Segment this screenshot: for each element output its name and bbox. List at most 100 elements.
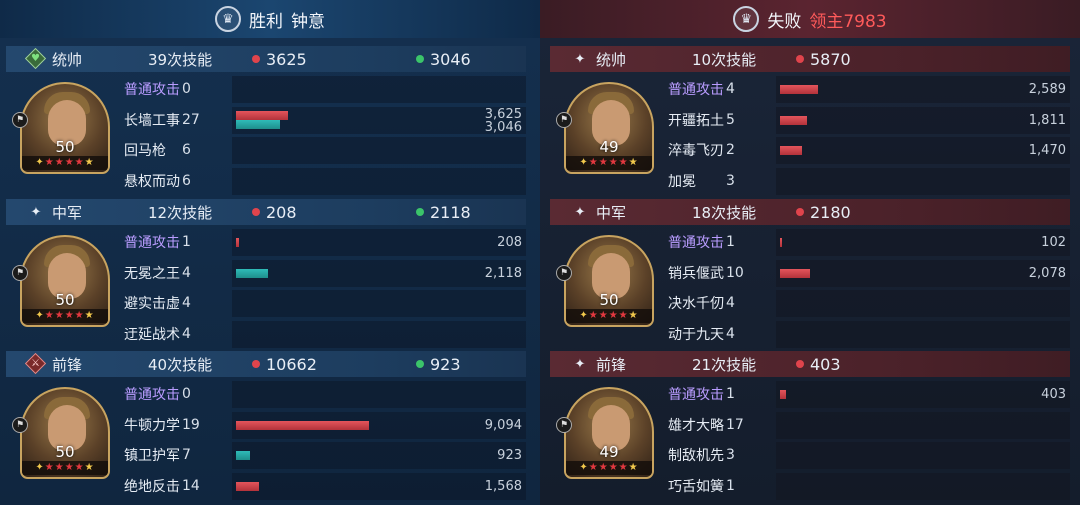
skill-row[interactable]: 避实击虚 4: [124, 288, 526, 319]
skill-stat-bar: [232, 381, 526, 408]
total-heal: 2118: [430, 202, 471, 222]
damage-value: 2,589: [1028, 82, 1066, 97]
damage-dot-icon: [252, 55, 260, 63]
sword-icon: ⚔: [24, 352, 47, 375]
skill-count: 1: [726, 386, 735, 403]
laurel-crest-icon: ♛: [215, 6, 241, 32]
skill-count: 27: [182, 111, 200, 128]
skill-name: 牛顿力学: [124, 417, 180, 434]
hero-portrait[interactable]: 50 ✦★★★★★: [20, 82, 110, 174]
hero-portrait[interactable]: 49 ✦★★★★★: [564, 387, 654, 479]
skill-row[interactable]: 普通攻击 1 208: [124, 227, 526, 258]
damage-bar: [236, 238, 240, 247]
hero-portrait[interactable]: 50 ✦★★★★★: [20, 387, 110, 479]
skill-values: 2,078: [1029, 267, 1066, 280]
skill-cast-count: 18次技能: [692, 203, 757, 222]
skill-row[interactable]: 巧舌如簧 1: [668, 471, 1070, 502]
skill-row[interactable]: 镇卫护军 7 923: [124, 440, 526, 471]
skill-stat-bar: [232, 320, 526, 348]
skill-stat-bar: [776, 472, 1070, 500]
skill-count: 4: [182, 325, 191, 342]
general-panel: ✦ 中军 12次技能 208 2118 50 ✦★★★★★ ⚑ 普通攻击 1 208 无冕之王 4 2,1…: [6, 199, 526, 350]
skill-row[interactable]: 雄才大略 17: [668, 410, 1070, 441]
general-panel: ♥ 统帅 39次技能 3625 3046 50 ✦★★★★★ ⚑ 普通攻击 0 长墙工事 27 3,62…: [6, 46, 526, 197]
skill-values: 3,625 3,046: [485, 108, 522, 134]
damage-bar: [236, 481, 260, 491]
damage-dot-icon: [252, 208, 260, 216]
hero-portrait[interactable]: 50 ✦★★★★★: [20, 235, 110, 327]
role-label: 中军: [596, 203, 627, 222]
skill-stat-bar: 1,568: [232, 472, 526, 500]
skill-row[interactable]: 开疆拓土 5 1,811: [668, 105, 1070, 136]
skill-stat-bar: [776, 320, 1070, 348]
skill-row[interactable]: 悬权而动 6: [124, 166, 526, 197]
damage-bar: [780, 238, 782, 247]
skill-row[interactable]: 决水千仞 4: [668, 288, 1070, 319]
sparkle-icon: ✦: [574, 51, 586, 67]
player-name: 钟意: [291, 11, 325, 32]
troop-type-icon: ⚑: [556, 417, 572, 433]
skill-row[interactable]: 绝地反击 14 1,568: [124, 471, 526, 502]
total-damage: 208: [266, 202, 297, 222]
damage-value: 102: [1041, 235, 1066, 250]
general-header: ♥ 统帅 39次技能 3625 3046: [6, 46, 526, 72]
damage-value: 208: [497, 235, 522, 250]
result-label: 失败: [767, 11, 802, 32]
skill-stat-bar: [232, 137, 526, 164]
sparkle-icon: ✦: [574, 204, 586, 220]
skill-row[interactable]: 长墙工事 27 3,625 3,046: [124, 105, 526, 136]
skill-name: 迂延战术: [124, 326, 180, 343]
general-panel: ⚔ 前锋 40次技能 10662 923 50 ✦★★★★★ ⚑ 普通攻击 0 牛顿力学 19 9,09…: [6, 351, 526, 502]
skill-row[interactable]: 淬毒飞刃 2 1,470: [668, 135, 1070, 166]
skill-count: 1: [182, 234, 191, 251]
star-rating: ✦★★★★★: [22, 156, 108, 170]
skill-name: 雄才大略: [668, 417, 724, 434]
skill-list: 普通攻击 4 2,589 开疆拓土 5 1,811 淬毒飞刃 2 1,470 加冕 3: [668, 74, 1070, 196]
skill-row[interactable]: 迂延战术 4: [124, 319, 526, 350]
damage-value: 3,625: [484, 106, 522, 122]
skill-cast-count: 10次技能: [692, 50, 757, 69]
skill-row[interactable]: 加冕 3: [668, 166, 1070, 197]
skill-stat-bar: 2,118: [232, 259, 526, 287]
total-heal: 3046: [430, 49, 471, 69]
skill-row[interactable]: 牛顿力学 19 9,094: [124, 410, 526, 441]
skill-stat-bar: 1,470: [776, 137, 1070, 164]
damage-dot-icon: [252, 360, 260, 368]
skill-stat-bar: [232, 76, 526, 103]
total-damage: 5870: [810, 49, 851, 69]
damage-dot-icon: [796, 208, 804, 216]
skill-name: 加冕: [668, 173, 696, 190]
hero-portrait[interactable]: 49 ✦★★★★★: [564, 82, 654, 174]
skill-values: 102: [1041, 236, 1066, 249]
skill-row[interactable]: 普通攻击 0: [124, 379, 526, 410]
skill-stat-bar: [232, 167, 526, 195]
star-rating: ✦★★★★★: [22, 461, 108, 475]
skill-cast-count: 39次技能: [148, 50, 213, 69]
skill-row[interactable]: 普通攻击 1 403: [668, 379, 1070, 410]
skill-values: 923: [497, 449, 522, 462]
skill-row[interactable]: 无冕之王 4 2,118: [124, 258, 526, 289]
general-header: ✦ 中军 18次技能 2180: [550, 199, 1070, 225]
skill-name: 镇卫护军: [124, 448, 180, 465]
general-header: ⚔ 前锋 40次技能 10662 923: [6, 351, 526, 377]
skill-stat-bar: 2,589: [776, 76, 1070, 103]
skill-row[interactable]: 制敌机先 3: [668, 440, 1070, 471]
hero-level: 50: [599, 291, 619, 309]
skill-row[interactable]: 动于九天 4: [668, 319, 1070, 350]
skill-row[interactable]: 普通攻击 0: [124, 74, 526, 105]
skill-stat-bar: [776, 290, 1070, 317]
damage-bar: [236, 110, 289, 120]
skill-name: 淬毒飞刃: [668, 143, 724, 160]
hero-portrait[interactable]: 50 ✦★★★★★: [564, 235, 654, 327]
skill-row[interactable]: 普通攻击 4 2,589: [668, 74, 1070, 105]
skill-name: 普通攻击: [668, 235, 724, 252]
skill-row[interactable]: 普通攻击 1 102: [668, 227, 1070, 258]
skill-stat-bar: [776, 442, 1070, 469]
skill-row[interactable]: 销兵偃武 10 2,078: [668, 258, 1070, 289]
skill-name: 长墙工事: [124, 112, 180, 129]
skill-row[interactable]: 回马枪 6: [124, 135, 526, 166]
heal-value: 2,118: [484, 265, 522, 281]
defeat-side: ♛ 失败 领主7983 ✦ 统帅 10次技能 5870 49 ✦★★★★★ ⚑ 普通攻击 4 2,…: [540, 0, 1080, 505]
skill-count: 0: [182, 81, 191, 98]
troop-type-icon: ⚑: [12, 112, 28, 128]
